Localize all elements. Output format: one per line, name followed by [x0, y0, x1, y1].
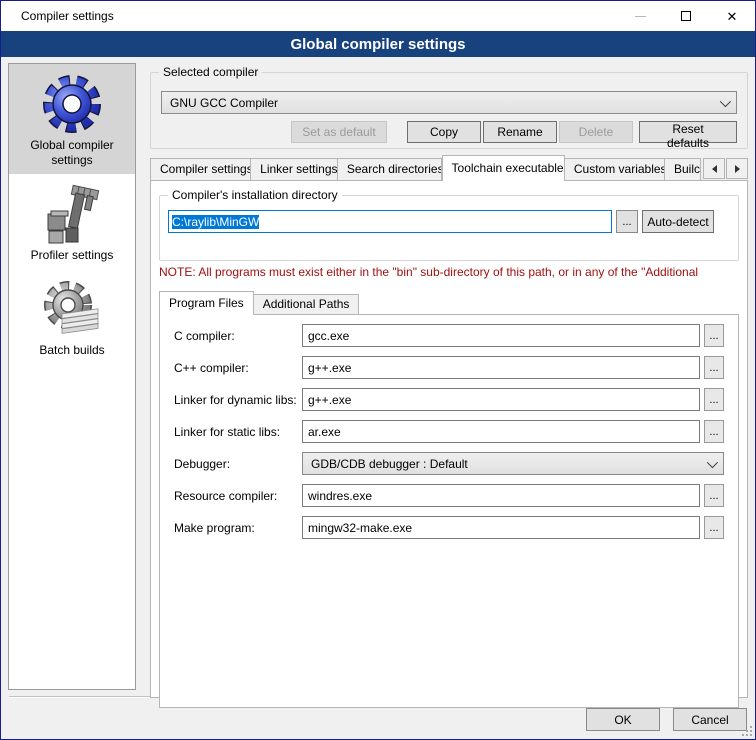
- dynamic-linker-input[interactable]: [302, 388, 700, 411]
- cpp-compiler-input[interactable]: [302, 356, 700, 379]
- maximize-icon: [681, 11, 691, 21]
- program-files-page: C compiler: ... C++ compiler: ... Linker…: [159, 314, 739, 708]
- bin-subdirectory-note: NOTE: All programs must exist either in …: [159, 265, 739, 279]
- copy-button[interactable]: Copy: [407, 121, 481, 143]
- window-controls: ✕: [617, 1, 755, 31]
- blue-gear-icon: [40, 72, 104, 136]
- dialog-buttons: OK Cancel: [586, 708, 747, 731]
- settings-tabs: Compiler settings Linker settings Search…: [150, 155, 748, 181]
- tab-scroll-right-button[interactable]: [726, 158, 748, 179]
- compiler-actions: Set as default Copy Rename Delete Reset …: [161, 121, 737, 143]
- static-linker-row: Linker for static libs: ...: [174, 420, 724, 443]
- compiler-select[interactable]: GNU GCC Compiler: [161, 91, 737, 114]
- title-bar: Compiler settings ✕: [1, 1, 755, 31]
- reset-defaults-button[interactable]: Reset defaults: [639, 121, 737, 143]
- debugger-label: Debugger:: [174, 457, 302, 471]
- installation-directory-browse-button[interactable]: ...: [616, 210, 638, 233]
- sidebar-item-batch-builds[interactable]: Batch builds: [9, 269, 135, 364]
- window-title: Compiler settings: [1, 9, 617, 23]
- static-linker-browse-button[interactable]: ...: [704, 420, 724, 443]
- auto-detect-button[interactable]: Auto-detect: [642, 210, 714, 233]
- dynamic-linker-label: Linker for dynamic libs:: [174, 393, 302, 407]
- dynamic-linker-row: Linker for dynamic libs: ...: [174, 388, 724, 411]
- tab-scroll-arrows: [703, 158, 748, 179]
- compiler-settings-dialog: Compiler settings ✕ Global compiler sett…: [0, 0, 756, 740]
- c-compiler-label: C compiler:: [174, 329, 302, 343]
- tab-search-directories[interactable]: Search directories: [338, 158, 442, 181]
- c-compiler-input[interactable]: [302, 324, 700, 347]
- static-linker-label: Linker for static libs:: [174, 425, 302, 439]
- rename-button[interactable]: Rename: [483, 121, 557, 143]
- arrow-left-icon: [712, 165, 717, 173]
- sidebar-item-global-compiler-settings[interactable]: Global compiler settings: [9, 64, 135, 174]
- installation-directory-value: C:\raylib\MinGW: [172, 215, 259, 229]
- sidebar-item-label: Profiler settings: [11, 248, 133, 263]
- subtab-additional-paths[interactable]: Additional Paths: [254, 294, 360, 315]
- installation-directory-group: Compiler's installation directory C:\ray…: [159, 195, 739, 261]
- minimize-icon: [635, 16, 646, 17]
- cpp-compiler-browse-button[interactable]: ...: [704, 356, 724, 379]
- debugger-select[interactable]: GDB/CDB debugger : Default: [302, 452, 724, 475]
- main-panel: Selected compiler GNU GCC Compiler Set a…: [150, 64, 748, 698]
- resize-grip-icon[interactable]: [741, 725, 753, 737]
- make-program-row: Make program: ...: [174, 516, 724, 539]
- make-program-label: Make program:: [174, 521, 302, 535]
- tab-compiler-settings[interactable]: Compiler settings: [150, 158, 251, 181]
- sidebar-item-label: Global compiler settings: [11, 138, 133, 168]
- installation-directory-group-label: Compiler's installation directory: [168, 188, 342, 202]
- settings-category-list: Global compiler settings: [8, 63, 136, 690]
- ok-button[interactable]: OK: [586, 708, 660, 731]
- cpp-compiler-row: C++ compiler: ...: [174, 356, 724, 379]
- sidebar-item-label: Batch builds: [11, 343, 133, 358]
- cancel-button[interactable]: Cancel: [673, 708, 747, 731]
- dynamic-linker-browse-button[interactable]: ...: [704, 388, 724, 411]
- arrow-right-icon: [735, 165, 740, 173]
- installation-directory-input[interactable]: C:\raylib\MinGW: [168, 210, 612, 233]
- tab-scroll-left-button[interactable]: [703, 158, 725, 179]
- subtab-program-files[interactable]: Program Files: [159, 291, 254, 315]
- tab-build-options-truncated[interactable]: Builc: [665, 158, 701, 181]
- c-compiler-browse-button[interactable]: ...: [704, 324, 724, 347]
- caliper-icon: [40, 182, 104, 246]
- set-as-default-button[interactable]: Set as default: [291, 121, 387, 143]
- chevron-down-icon: [707, 456, 718, 467]
- compiler-select-value: GNU GCC Compiler: [170, 96, 720, 110]
- make-program-browse-button[interactable]: ...: [704, 516, 724, 539]
- resource-compiler-browse-button[interactable]: ...: [704, 484, 724, 507]
- maximize-button[interactable]: [663, 1, 709, 31]
- close-icon: ✕: [727, 10, 738, 23]
- selected-compiler-group: Selected compiler GNU GCC Compiler Set a…: [150, 72, 748, 149]
- chevron-down-icon: [720, 95, 731, 106]
- installation-directory-row: C:\raylib\MinGW ... Auto-detect: [168, 210, 730, 233]
- tab-custom-variables[interactable]: Custom variables: [565, 158, 665, 181]
- minimize-button[interactable]: [617, 1, 663, 31]
- selected-compiler-group-label: Selected compiler: [159, 65, 262, 79]
- static-linker-input[interactable]: [302, 420, 700, 443]
- c-compiler-row: C compiler: ...: [174, 324, 724, 347]
- tab-toolchain-executables[interactable]: Toolchain executables: [442, 155, 565, 181]
- delete-button[interactable]: Delete: [559, 121, 633, 143]
- toolchain-executables-page: Compiler's installation directory C:\ray…: [150, 180, 748, 698]
- cpp-compiler-label: C++ compiler:: [174, 361, 302, 375]
- gray-gear-stack-icon: [40, 277, 104, 341]
- sidebar-item-profiler-settings[interactable]: Profiler settings: [9, 174, 135, 269]
- resource-compiler-label: Resource compiler:: [174, 489, 302, 503]
- page-title: Global compiler settings: [1, 31, 755, 57]
- debugger-select-value: GDB/CDB debugger : Default: [311, 457, 707, 471]
- debugger-row: Debugger: GDB/CDB debugger : Default: [174, 452, 724, 475]
- make-program-input[interactable]: [302, 516, 700, 539]
- dialog-body: Global compiler settings: [1, 57, 755, 739]
- resource-compiler-input[interactable]: [302, 484, 700, 507]
- program-files-tabs: Program Files Additional Paths: [159, 291, 739, 315]
- close-button[interactable]: ✕: [709, 1, 755, 31]
- resource-compiler-row: Resource compiler: ...: [174, 484, 724, 507]
- tab-linker-settings[interactable]: Linker settings: [251, 158, 338, 181]
